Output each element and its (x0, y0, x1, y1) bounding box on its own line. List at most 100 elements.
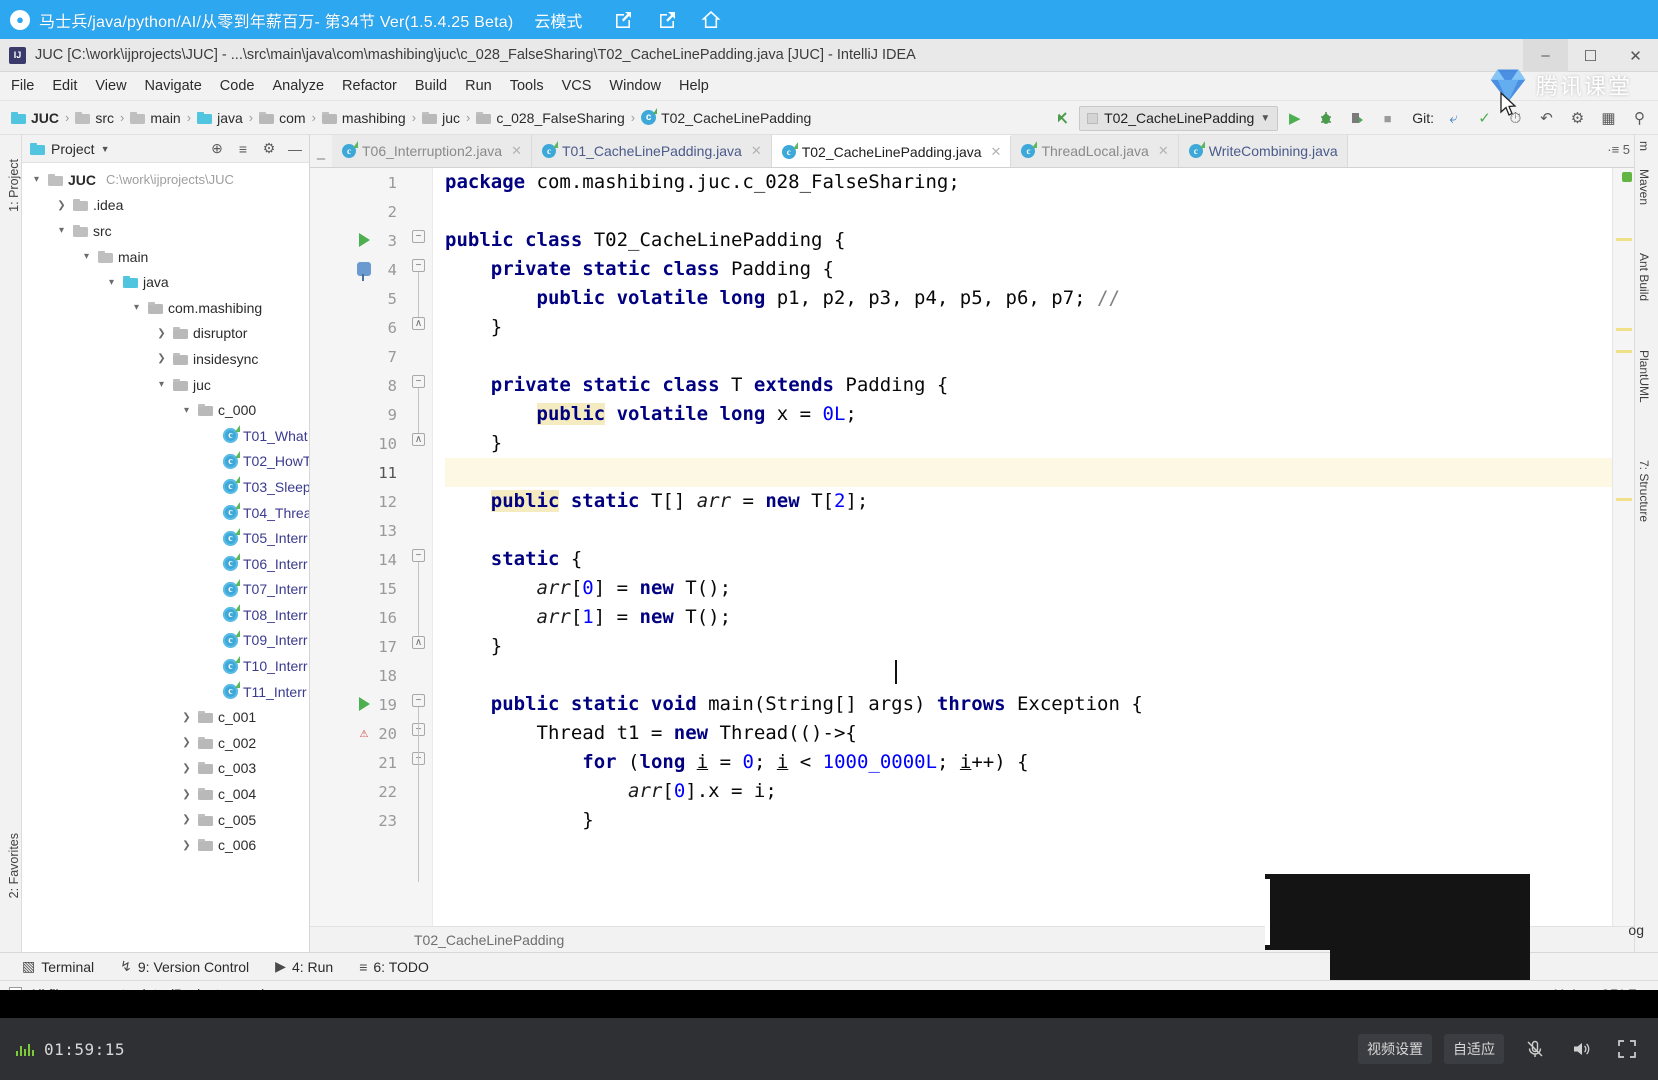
code-line-4[interactable]: private static class Padding { (445, 255, 1612, 284)
line-number-4[interactable]: 4 (310, 255, 405, 284)
menu-file[interactable]: File (2, 75, 43, 97)
code-line-1[interactable]: package com.mashibing.juc.c_028_FalseSha… (445, 168, 1612, 197)
tree-node-t09-interr[interactable]: T09_Interr (22, 628, 309, 654)
menu-code[interactable]: Code (211, 75, 264, 97)
tree-node-juc[interactable]: ▾ juc (22, 372, 309, 398)
code-line-10[interactable]: } (445, 429, 1612, 458)
breadcrumb-falsesharing[interactable]: c_028_FalseSharing (471, 108, 629, 128)
code-text[interactable]: package com.mashibing.juc.c_028_FalseSha… (433, 168, 1612, 926)
code-line-13[interactable] (445, 516, 1612, 545)
line-number-14[interactable]: 14 (310, 545, 405, 574)
chevron-down-icon[interactable]: ▾ (155, 379, 168, 390)
breadcrumb-juc-pkg[interactable]: juc (417, 108, 465, 128)
menu-run[interactable]: Run (456, 75, 501, 97)
line-number-19[interactable]: 19 (310, 690, 405, 719)
tree-node-t02-howt[interactable]: T02_HowT (22, 449, 309, 475)
tree-node-c-006[interactable]: ❯ c_006 (22, 832, 309, 858)
menu-window[interactable]: Window (600, 75, 670, 97)
tree-node-disruptor[interactable]: ❯ disruptor (22, 321, 309, 347)
tree-node-com-mashibing[interactable]: ▾ com.mashibing (22, 295, 309, 321)
run-button[interactable]: ▶ (1280, 104, 1309, 133)
back-arrow-icon[interactable] (1048, 104, 1077, 133)
line-number-11[interactable]: 11 (310, 458, 405, 487)
code-folding-column[interactable]: −−∧−∧−∧−−− (405, 168, 433, 926)
chevron-right-icon[interactable]: ❯ (180, 712, 193, 723)
line-number-10[interactable]: 10 (310, 429, 405, 458)
chevron-right-icon[interactable]: ❯ (180, 814, 193, 825)
code-line-21[interactable]: for (long i = 0; i < 1000_0000L; i++) { (445, 748, 1612, 777)
tree-node-java[interactable]: ▾ java (22, 269, 309, 295)
fold-toggle-icon[interactable]: ∧ (412, 636, 425, 649)
expand-collapse-icon[interactable]: ≡ (233, 139, 253, 159)
code-line-12[interactable]: public static T[] arr = new T[2]; (445, 487, 1612, 516)
chevron-right-icon[interactable]: ❯ (180, 840, 193, 851)
chevron-right-icon[interactable]: ❯ (155, 353, 168, 364)
error-stripe-rail[interactable] (1612, 168, 1634, 926)
video-settings-button[interactable]: 视频设置 (1358, 1034, 1432, 1064)
chevron-down-icon[interactable]: ▾ (105, 277, 118, 288)
line-separator[interactable]: CRLF ÷ (1600, 986, 1648, 991)
fold-toggle-icon[interactable]: − (412, 259, 425, 272)
implemented-method-gutter-icon[interactable] (354, 259, 374, 281)
menu-view[interactable]: View (86, 75, 135, 97)
menu-refactor[interactable]: Refactor (333, 75, 406, 97)
tree-node-t05-interr[interactable]: T05_Interr (22, 525, 309, 551)
code-line-3[interactable]: public class T02_CacheLinePadding { (445, 226, 1612, 255)
tree-node-t08-interr[interactable]: T08_Interr (22, 602, 309, 628)
search-everywhere-icon[interactable]: ⚲ (1625, 104, 1654, 133)
line-number-22[interactable]: 22 (310, 777, 405, 806)
line-number-18[interactable]: 18 (310, 661, 405, 690)
share-export-icon[interactable] (657, 10, 677, 30)
run-gutter-icon[interactable] (354, 694, 374, 714)
chevron-down-icon[interactable]: ▾ (55, 225, 68, 236)
sidebar-item-ant-build[interactable]: Ant Build (1637, 253, 1651, 301)
menu-edit[interactable]: Edit (43, 75, 86, 97)
tree-node-juc[interactable]: ▾ JUC C:\work\ijprojects\JUC (22, 167, 309, 193)
tool-window-run[interactable]: ▶ 4: Run (275, 958, 333, 975)
editor-tab-t01-cachelinepadding[interactable]: T01_CacheLinePadding.java ✕ (532, 135, 772, 167)
stripe-warning-marker[interactable] (1616, 238, 1632, 241)
close-icon[interactable]: ✕ (511, 143, 522, 159)
fullscreen-icon[interactable] (1612, 1034, 1642, 1064)
line-number-9[interactable]: 9 (310, 400, 405, 429)
code-line-20[interactable]: Thread t1 = new Thread(()->{ (445, 719, 1612, 748)
tree-node-t07-interr[interactable]: T07_Interr (22, 577, 309, 603)
tree-node-t03-sleep[interactable]: T03_Sleep (22, 474, 309, 500)
code-line-7[interactable] (445, 342, 1612, 371)
code-line-17[interactable]: } (445, 632, 1612, 661)
speaker-icon[interactable] (1566, 1034, 1596, 1064)
chevron-right-icon[interactable]: ❯ (155, 328, 168, 339)
line-number-gutter[interactable]: 1 2 3 4 5 6 7 8 9 10 11 12 13 14 15 16 17 18 19 20 ⚠ 21 22 23 (310, 168, 405, 926)
warning-gutter-icon[interactable]: ⚠ (354, 723, 374, 743)
tree-node-t10-interr[interactable]: T10_Interr (22, 653, 309, 679)
settings-icon[interactable]: ⚙ (1563, 104, 1592, 133)
sidebar-item-m[interactable]: m (1637, 141, 1651, 151)
line-number-12[interactable]: 12 (310, 487, 405, 516)
line-number-7[interactable]: 7 (310, 342, 405, 371)
auto-fit-button[interactable]: 自适应 (1444, 1034, 1504, 1064)
line-number-3[interactable]: 3 (310, 226, 405, 255)
line-number-6[interactable]: 6 (310, 313, 405, 342)
tree-node-c-001[interactable]: ❯ c_001 (22, 704, 309, 730)
maximize-button[interactable]: ☐ (1568, 39, 1613, 72)
tree-node-insidesync[interactable]: ❯ insidesync (22, 346, 309, 372)
line-number-1[interactable]: 1 (310, 168, 405, 197)
editor-tab-t06-interruption2[interactable]: T06_Interruption2.java ✕ (332, 135, 532, 167)
line-number-2[interactable]: 2 (310, 197, 405, 226)
update-project-icon[interactable]: ⤶ (1439, 104, 1468, 133)
close-icon[interactable]: ✕ (751, 143, 762, 159)
edit-note-icon[interactable] (613, 10, 633, 30)
code-line-14[interactable]: static { (445, 545, 1612, 574)
rollback-icon[interactable]: ↶ (1532, 104, 1561, 133)
tree-node-c-002[interactable]: ❯ c_002 (22, 730, 309, 756)
code-line-11[interactable] (445, 458, 1612, 487)
tree-node--idea[interactable]: ❯ .idea (22, 193, 309, 219)
sidebar-item-plantuml[interactable]: PlantUML (1637, 350, 1651, 403)
tree-node-t01-what[interactable]: T01_What (22, 423, 309, 449)
code-line-15[interactable]: arr[0] = new T(); (445, 574, 1612, 603)
commit-icon[interactable]: ✓ (1470, 104, 1499, 133)
chevron-down-icon[interactable]: ▾ (180, 405, 193, 416)
code-line-5[interactable]: public volatile long p1, p2, p3, p4, p5,… (445, 284, 1612, 313)
chevron-down-icon[interactable]: ▾ (130, 302, 143, 313)
stop-button[interactable]: ■ (1373, 104, 1402, 133)
